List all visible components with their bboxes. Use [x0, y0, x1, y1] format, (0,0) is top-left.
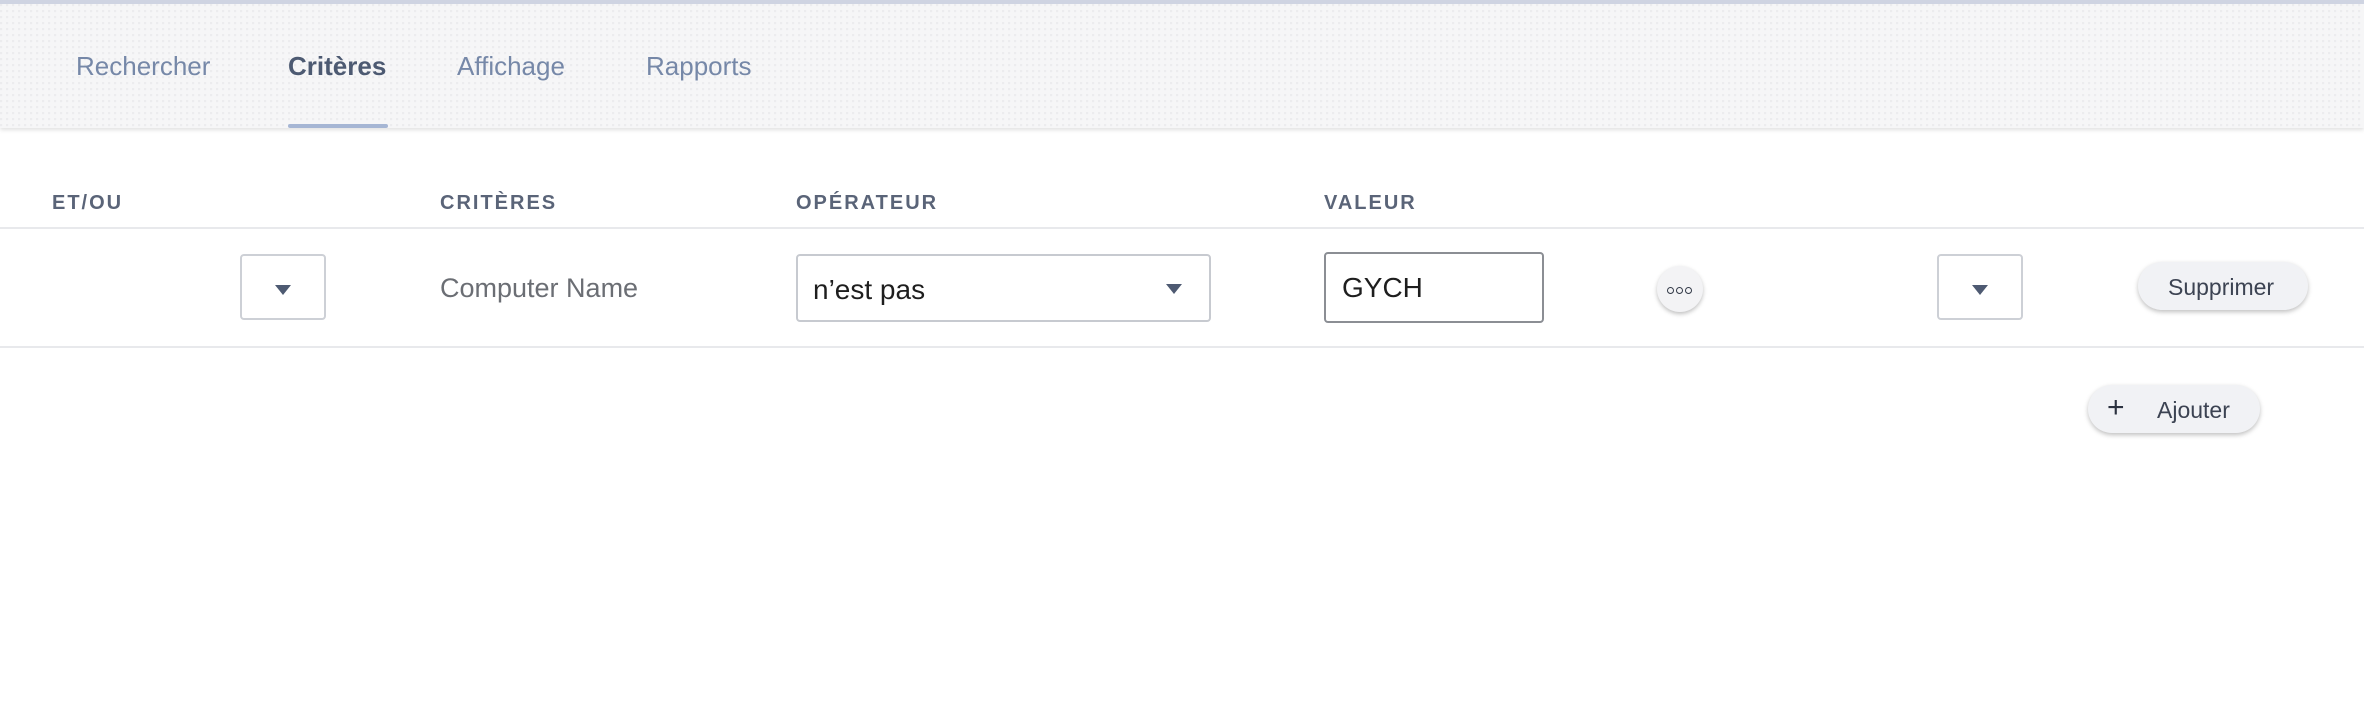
more-options-button[interactable]: [1657, 266, 1703, 312]
value-input[interactable]: [1324, 252, 1544, 323]
and-or-dropdown[interactable]: [240, 254, 326, 320]
caret-down-icon: [275, 285, 291, 295]
active-tab-indicator: [288, 124, 388, 128]
criteria-name: Computer Name: [440, 273, 639, 303]
column-header-value: VALEUR: [1324, 192, 1417, 214]
delete-button[interactable]: Supprimer: [2138, 262, 2308, 310]
operator-dropdown[interactable]: n’est pas: [796, 254, 1211, 322]
plus-icon: +: [2107, 391, 2125, 424]
column-header-operator: OPÉRATEUR: [796, 192, 939, 214]
caret-down-icon: [1972, 285, 1988, 295]
tab-criteres[interactable]: Critères: [288, 51, 386, 82]
operator-selected-value: n’est pas: [813, 274, 926, 305]
tab-affichage[interactable]: Affichage: [457, 51, 565, 82]
ellipsis-icon: [1667, 287, 1674, 294]
caret-down-icon: [1166, 284, 1182, 294]
parenthesis-dropdown[interactable]: [1937, 254, 2023, 320]
tab-rechercher[interactable]: Rechercher: [76, 51, 210, 82]
tab-rapports[interactable]: Rapports: [646, 51, 752, 82]
row-divider: [0, 346, 2364, 348]
header-divider: [0, 227, 2364, 229]
add-button[interactable]: + Ajouter: [2088, 385, 2260, 433]
column-header-criteria: CRITÈRES: [440, 192, 558, 214]
tab-bar: Rechercher Critères Affichage Rapports: [0, 0, 2364, 128]
column-header-and-or: ET/OU: [52, 192, 124, 214]
